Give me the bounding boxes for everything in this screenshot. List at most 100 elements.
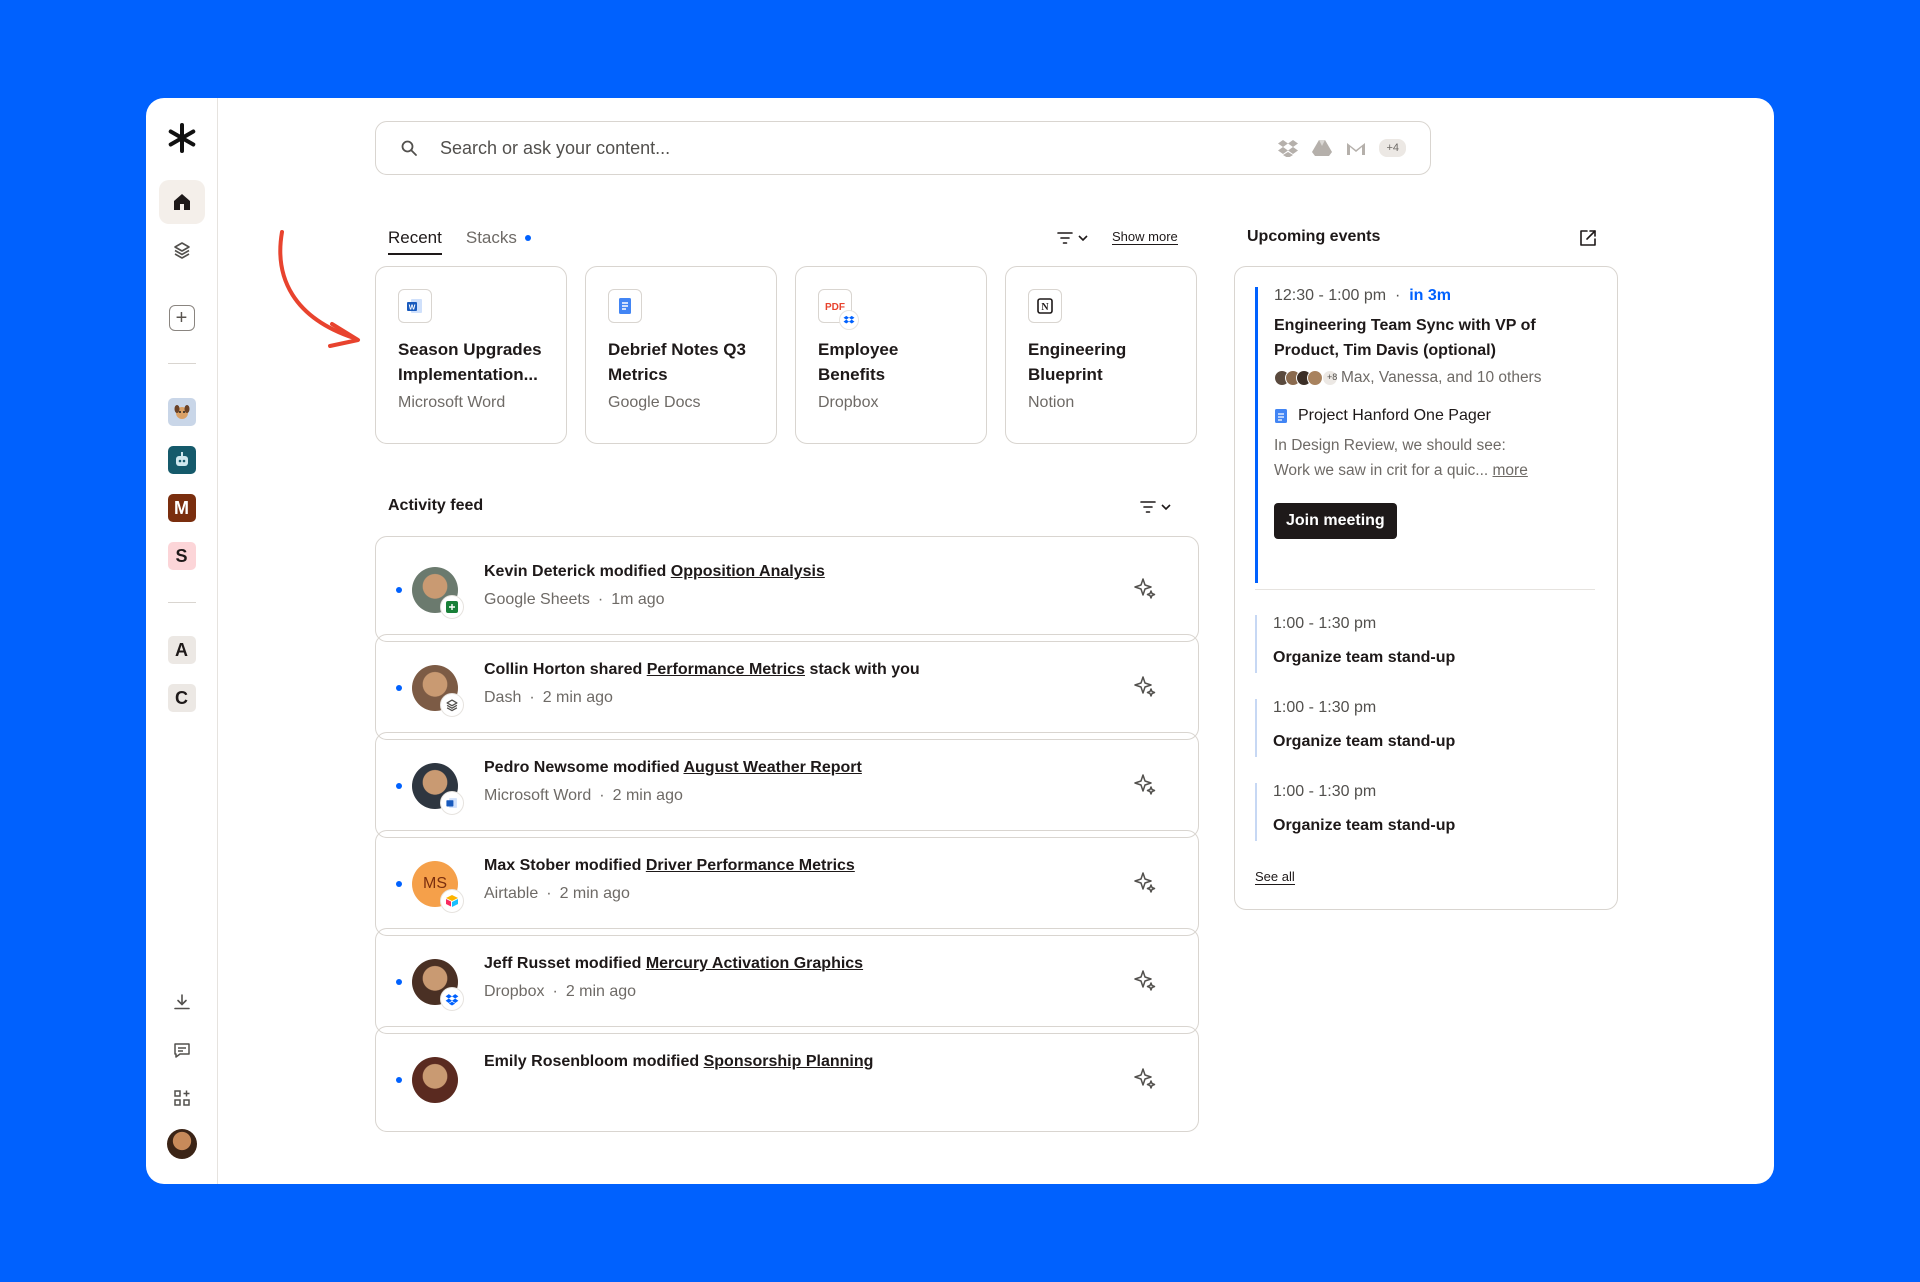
activity-time: 2 min ago bbox=[542, 689, 613, 706]
asterisk-icon bbox=[168, 123, 195, 153]
activity-verb: modified bbox=[574, 955, 642, 972]
activity-doc-link[interactable]: Sponsorship Planning bbox=[704, 1053, 874, 1070]
dash-stacks-icon bbox=[440, 693, 464, 717]
event-time: 12:30 - 1:00 pm · in 3m bbox=[1274, 287, 1451, 304]
activity-person: Kevin Deterick bbox=[484, 563, 596, 580]
event-desc-line: Work we saw in crit for a quic... bbox=[1274, 462, 1489, 479]
activity-person: Pedro Newsome bbox=[484, 759, 609, 776]
activity-suffix: stack with you bbox=[809, 661, 920, 678]
google-docs-icon bbox=[608, 289, 642, 323]
sparkle-icon[interactable] bbox=[1134, 969, 1156, 991]
sidebar-workspace-s[interactable]: S bbox=[167, 542, 196, 570]
activity-feed-item[interactable]: Emily Rosenbloom modified Sponsorship Pl… bbox=[375, 1026, 1199, 1132]
attendee-names: Max, Vanessa, and 10 others bbox=[1341, 369, 1542, 386]
sidebar-apps-button[interactable] bbox=[166, 1082, 198, 1114]
activity-time: 1m ago bbox=[611, 591, 665, 608]
activity-person: Jeff Russet bbox=[484, 955, 571, 972]
sparkle-icon[interactable] bbox=[1134, 871, 1156, 893]
event-description: In Design Review, we should see: Work we… bbox=[1274, 433, 1599, 483]
activity-headline: Max Stober modified Driver Performance M… bbox=[484, 857, 855, 875]
activity-time: 2 min ago bbox=[612, 787, 683, 804]
recent-card-title: Employee Benefits bbox=[818, 340, 899, 384]
activity-verb: shared bbox=[589, 661, 643, 678]
avatar-initials: MS bbox=[423, 875, 447, 892]
sidebar-item-stacks[interactable] bbox=[166, 234, 198, 266]
sidebar-workspace-c[interactable]: C bbox=[167, 684, 196, 712]
search-bar[interactable]: +4 bbox=[375, 121, 1431, 175]
activity-doc-link[interactable]: Driver Performance Metrics bbox=[646, 857, 855, 874]
event-more-link[interactable]: more bbox=[1493, 462, 1528, 479]
activity-verb: modified bbox=[599, 563, 667, 580]
sidebar-divider bbox=[168, 363, 196, 364]
activity-doc-link[interactable]: Performance Metrics bbox=[647, 661, 805, 678]
event-item[interactable]: 1:00 - 1:30 pm Organize team stand-up bbox=[1255, 615, 1595, 673]
recent-card[interactable]: Debrief Notes Q3 Metrics Google Docs bbox=[585, 266, 777, 444]
activity-feed-item[interactable]: Collin Horton shared Performance Metrics… bbox=[375, 634, 1199, 740]
recent-card-title: Debrief Notes Q3 Metrics bbox=[608, 340, 746, 384]
activity-headline: Pedro Newsome modified August Weather Re… bbox=[484, 759, 862, 777]
search-input[interactable] bbox=[440, 137, 1278, 159]
sidebar-workspace-m[interactable]: M bbox=[167, 494, 196, 522]
connectors-more-badge[interactable]: +4 bbox=[1379, 139, 1406, 157]
recent-card-source: Dropbox bbox=[818, 394, 879, 411]
event-attendees[interactable]: +8 Max, Vanessa, and 10 others bbox=[1274, 369, 1599, 387]
event-title: Organize team stand-up bbox=[1273, 733, 1456, 750]
event-item[interactable]: 1:00 - 1:30 pm Organize team stand-up bbox=[1255, 699, 1595, 757]
recent-card[interactable]: W Season Upgrades Implementation... Micr… bbox=[375, 266, 567, 444]
activity-doc-link[interactable]: Mercury Activation Graphics bbox=[646, 955, 863, 972]
activity-doc-link[interactable]: Opposition Analysis bbox=[671, 563, 825, 580]
event-main[interactable]: 12:30 - 1:00 pm · in 3m Engineering Team… bbox=[1255, 287, 1599, 583]
sidebar-workspace-a[interactable]: A bbox=[167, 636, 196, 664]
activity-app: Google Sheets bbox=[484, 591, 590, 608]
activity-verb: modified bbox=[574, 857, 642, 874]
sidebar-add-button[interactable]: + bbox=[166, 302, 198, 334]
filter-icon bbox=[1140, 501, 1156, 513]
sidebar-feedback-button[interactable] bbox=[166, 1034, 198, 1066]
sparkle-icon[interactable] bbox=[1134, 773, 1156, 795]
event-time: 1:00 - 1:30 pm bbox=[1273, 615, 1377, 632]
tab-stacks[interactable]: Stacks bbox=[465, 228, 531, 255]
dash-logo[interactable] bbox=[164, 120, 200, 156]
activity-headline: Collin Horton shared Performance Metrics… bbox=[484, 661, 920, 679]
join-meeting-button[interactable]: Join meeting bbox=[1274, 503, 1397, 539]
avatar bbox=[412, 1057, 458, 1103]
sparkle-icon[interactable] bbox=[1134, 577, 1156, 599]
sparkle-icon[interactable] bbox=[1134, 675, 1156, 697]
activity-text: Collin Horton shared Performance Metrics… bbox=[484, 661, 920, 707]
activity-text: Kevin Deterick modified Opposition Analy… bbox=[484, 563, 825, 609]
activity-time: 2 min ago bbox=[559, 885, 630, 902]
search-icon bbox=[401, 140, 417, 156]
activity-person: Max Stober bbox=[484, 857, 571, 874]
activity-app: Airtable bbox=[484, 885, 539, 902]
show-more-link[interactable]: Show more bbox=[1112, 229, 1178, 245]
event-divider bbox=[1255, 589, 1595, 590]
tab-recent[interactable]: Recent bbox=[388, 228, 442, 255]
activity-feed-item[interactable]: Kevin Deterick modified Opposition Analy… bbox=[375, 536, 1199, 642]
tab-stacks-label: Stacks bbox=[465, 228, 517, 247]
unread-dot bbox=[396, 979, 402, 985]
activity-filter-button[interactable] bbox=[1140, 500, 1172, 514]
activity-feed-item[interactable]: Jeff Russet modified Mercury Activation … bbox=[375, 928, 1199, 1034]
sidebar-workspace-robot[interactable] bbox=[167, 446, 196, 474]
sidebar-user-avatar[interactable] bbox=[166, 1129, 197, 1159]
open-external-icon[interactable] bbox=[1578, 228, 1598, 248]
activity-app: Dropbox bbox=[484, 983, 545, 1000]
recent-card[interactable]: PDF Employee Benefits Dropbox bbox=[795, 266, 987, 444]
event-item[interactable]: 1:00 - 1:30 pm Organize team stand-up bbox=[1255, 783, 1595, 841]
dropbox-icon bbox=[1278, 140, 1299, 157]
see-all-events-link[interactable]: See all bbox=[1255, 869, 1295, 885]
activity-headline: Kevin Deterick modified Opposition Analy… bbox=[484, 563, 825, 581]
activity-doc-link[interactable]: August Weather Report bbox=[683, 759, 861, 776]
event-linked-doc[interactable]: Project Hanford One Pager bbox=[1274, 407, 1599, 425]
sparkle-icon[interactable] bbox=[1134, 1067, 1156, 1089]
activity-feed-item[interactable]: MS Max Stober modified Driver Performance… bbox=[375, 830, 1199, 936]
dog-avatar-icon bbox=[167, 398, 196, 426]
sidebar-item-home[interactable] bbox=[158, 180, 205, 224]
recent-filter-button[interactable] bbox=[1057, 231, 1089, 245]
sidebar-workspace-dog[interactable] bbox=[167, 398, 196, 426]
activity-feed-item[interactable]: Pedro Newsome modified August Weather Re… bbox=[375, 732, 1199, 838]
sidebar-download-button[interactable] bbox=[166, 986, 198, 1018]
notion-icon: N bbox=[1028, 289, 1062, 323]
recent-card[interactable]: N Engineering Blueprint Notion bbox=[1005, 266, 1197, 444]
word-file-icon bbox=[440, 791, 464, 815]
